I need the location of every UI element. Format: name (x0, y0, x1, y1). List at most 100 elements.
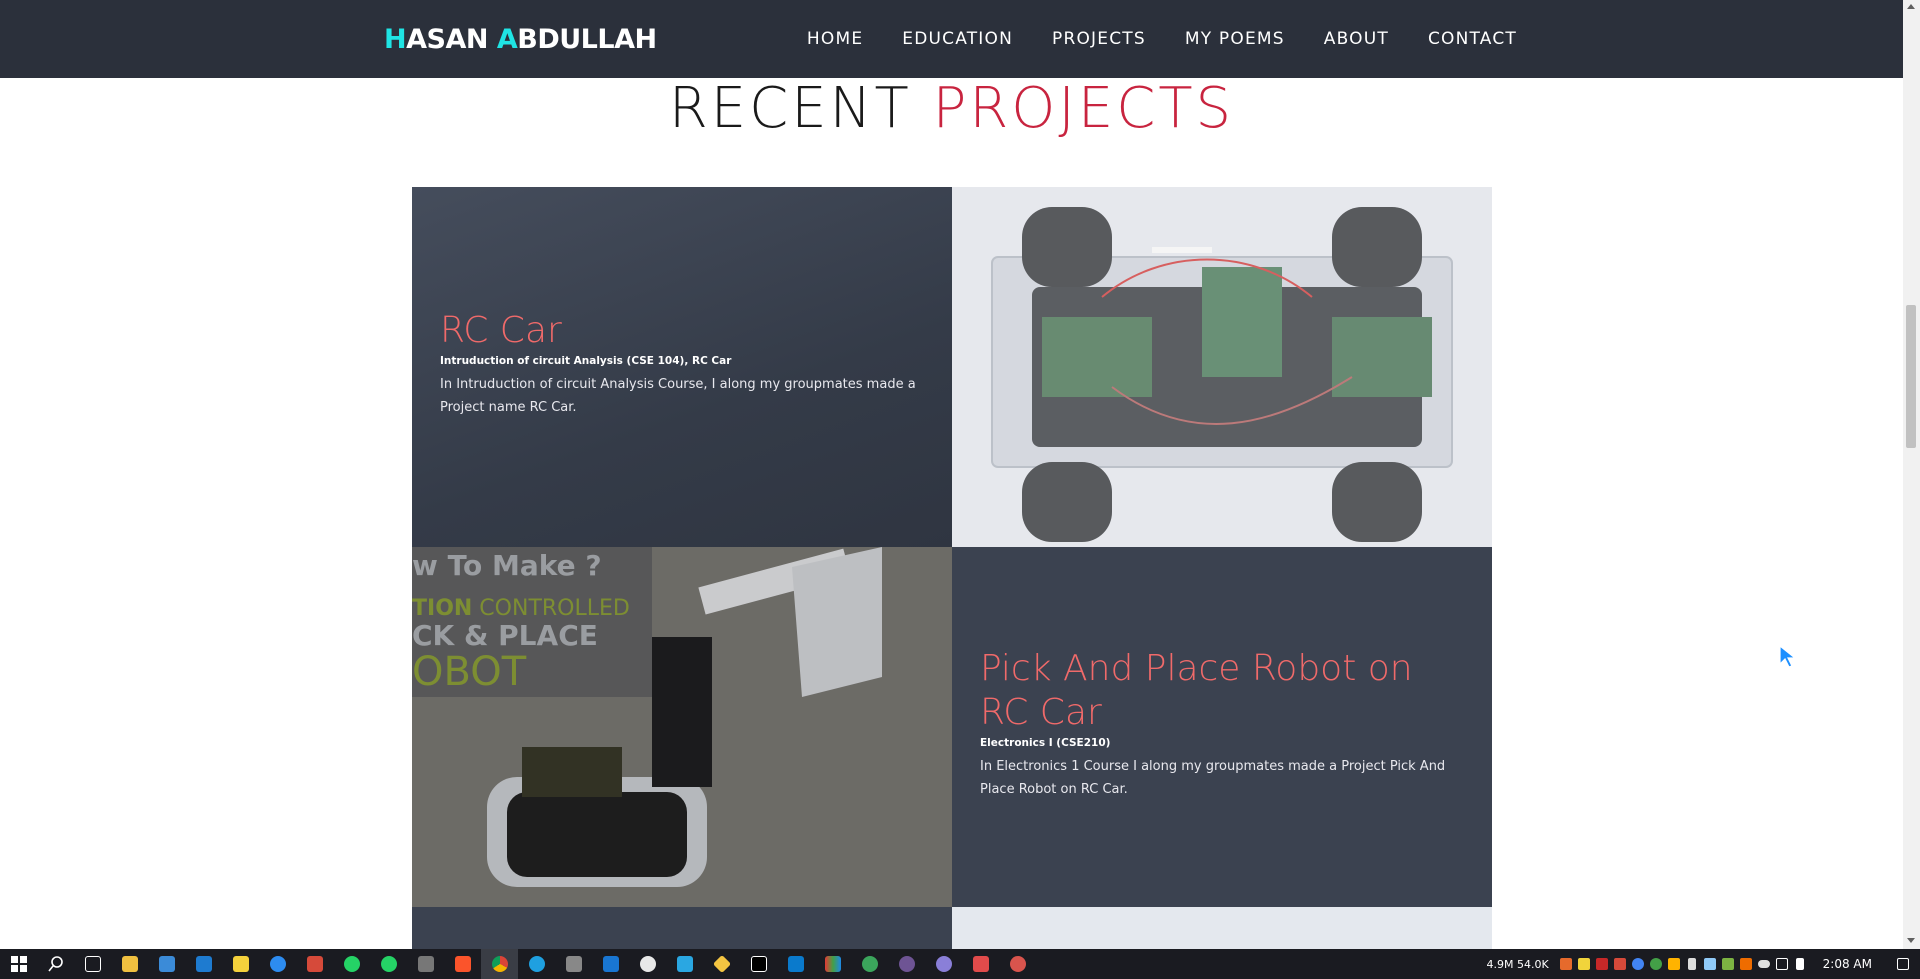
project-card-next[interactable] (412, 907, 952, 949)
taskbar-git[interactable] (703, 949, 740, 979)
taskbar-sticky[interactable] (222, 949, 259, 979)
scroll-down-arrow[interactable] (1907, 938, 1915, 943)
taskbar-chat[interactable] (259, 949, 296, 979)
brave-icon (454, 956, 471, 972)
network-icon (1775, 958, 1788, 970)
taskbar-itunes[interactable] (629, 949, 666, 979)
tray-network[interactable] (1773, 949, 1791, 979)
nav-contact[interactable]: CONTACT (1428, 29, 1517, 49)
nav-projects[interactable]: PROJECTS (1052, 29, 1146, 49)
action-center-button[interactable] (1894, 949, 1912, 979)
shield-icon (1595, 958, 1608, 970)
taskbar-app-red-2[interactable] (962, 949, 999, 979)
calculator-icon (417, 956, 434, 972)
taskbar-store[interactable] (148, 949, 185, 979)
rc-car-image[interactable] (952, 187, 1492, 547)
taskbar-app-red-3[interactable] (999, 949, 1036, 979)
tray-app-5[interactable] (1719, 949, 1737, 979)
nav-home[interactable]: HOME (807, 29, 863, 49)
tray-onedrive[interactable] (1755, 949, 1773, 979)
page-scrollbar[interactable] (1903, 0, 1920, 949)
app-icon (1009, 956, 1026, 972)
sticky-notes-icon (232, 956, 249, 972)
windows-taskbar: 4.9M 54.0K 2:08 AM (0, 949, 1920, 979)
volume-icon (1795, 958, 1804, 970)
taskbar-camera[interactable] (555, 949, 592, 979)
mail-icon (195, 956, 212, 972)
projects-grid: RC Car Intruduction of circuit Analysis … (412, 187, 1492, 949)
search-button[interactable] (37, 949, 74, 979)
tray-app-1[interactable] (1611, 949, 1629, 979)
project-card-pick-place-robot[interactable]: Pick And Place Robot on RC Car Electroni… (952, 547, 1492, 907)
tray-volume-app[interactable] (1557, 949, 1575, 979)
taskbar-brave[interactable] (444, 949, 481, 979)
project-title: RC Car (440, 310, 562, 351)
next-project-image[interactable] (952, 907, 1492, 949)
tray-app-2[interactable] (1647, 949, 1665, 979)
tray-antivirus[interactable] (1593, 949, 1611, 979)
start-button[interactable] (0, 949, 37, 979)
tray-app-4[interactable] (1701, 949, 1719, 979)
app-icon (972, 956, 989, 972)
brand-initial-a: A (496, 24, 518, 55)
cloud-icon (1757, 960, 1770, 968)
taskbar-pycharm[interactable] (740, 949, 777, 979)
taskbar-calculator[interactable] (407, 949, 444, 979)
pycharm-icon (750, 956, 767, 972)
taskbar-vscode[interactable] (777, 949, 814, 979)
task-view-button[interactable] (74, 949, 111, 979)
app-icon (824, 956, 841, 972)
usb-icon (1687, 958, 1696, 970)
taskbar-file-explorer[interactable] (111, 949, 148, 979)
tray-usb[interactable] (1683, 949, 1701, 979)
pick-place-robot-image[interactable]: w To Make ? TION CONTROLLED CK & PLACE O… (412, 547, 952, 907)
top-navbar: HASAN ABDULLAH HOME EDUCATION PROJECTS M… (0, 0, 1903, 78)
notes-icon (1577, 958, 1590, 970)
search-icon (47, 956, 63, 972)
rc-car-photo (952, 187, 1492, 547)
app-icon (1739, 958, 1752, 970)
taskbar-app-multi[interactable] (814, 949, 851, 979)
title-recent: RECENT (668, 76, 933, 141)
github-icon (898, 956, 915, 972)
tray-app-6[interactable] (1737, 949, 1755, 979)
app-icon (676, 956, 693, 972)
taskbar-github[interactable] (888, 949, 925, 979)
taskbar-edge[interactable] (518, 949, 555, 979)
robot-photo: w To Make ? TION CONTROLLED CK & PLACE O… (412, 547, 952, 907)
taskbar-app-purple[interactable] (925, 949, 962, 979)
project-card-rc-car[interactable]: RC Car Intruduction of circuit Analysis … (412, 187, 952, 547)
brand-logo[interactable]: HASAN ABDULLAH (384, 24, 657, 55)
taskbar-chrome[interactable] (481, 949, 518, 979)
app-icon (1721, 958, 1734, 970)
taskbar-app-green[interactable] (851, 949, 888, 979)
taskbar-app-blue[interactable] (592, 949, 629, 979)
nav-about[interactable]: ABOUT (1324, 29, 1389, 49)
taskbar-whatsapp[interactable] (333, 949, 370, 979)
tray-app-3[interactable] (1665, 949, 1683, 979)
system-tray: 4.9M 54.0K 2:08 AM (1486, 949, 1912, 979)
taskbar-whatsapp-2[interactable] (370, 949, 407, 979)
taskbar-app-cyan[interactable] (666, 949, 703, 979)
app-icon (602, 956, 619, 972)
nav-education[interactable]: EDUCATION (902, 29, 1013, 49)
title-projects: PROJECTS (932, 76, 1235, 141)
scrollbar-thumb[interactable] (1906, 305, 1916, 448)
nav-my-poems[interactable]: MY POEMS (1185, 29, 1285, 49)
whatsapp-icon (380, 956, 397, 972)
app-icon (1703, 958, 1716, 970)
tray-notes[interactable] (1575, 949, 1593, 979)
taskbar-mail[interactable] (185, 949, 222, 979)
taskbar-app-red[interactable] (296, 949, 333, 979)
clock[interactable]: 2:08 AM (1823, 957, 1872, 971)
chrome-icon (1631, 958, 1644, 970)
app-icon (1613, 958, 1626, 970)
tray-chrome[interactable] (1629, 949, 1647, 979)
tray-volume[interactable] (1791, 949, 1809, 979)
git-icon (712, 954, 731, 974)
project-subtitle: Electronics I (CSE210) (980, 737, 1111, 749)
brand-initial-h: H (384, 24, 407, 55)
app-icon (1649, 958, 1662, 970)
vscode-icon (787, 956, 804, 972)
scroll-up-arrow[interactable] (1907, 4, 1915, 9)
